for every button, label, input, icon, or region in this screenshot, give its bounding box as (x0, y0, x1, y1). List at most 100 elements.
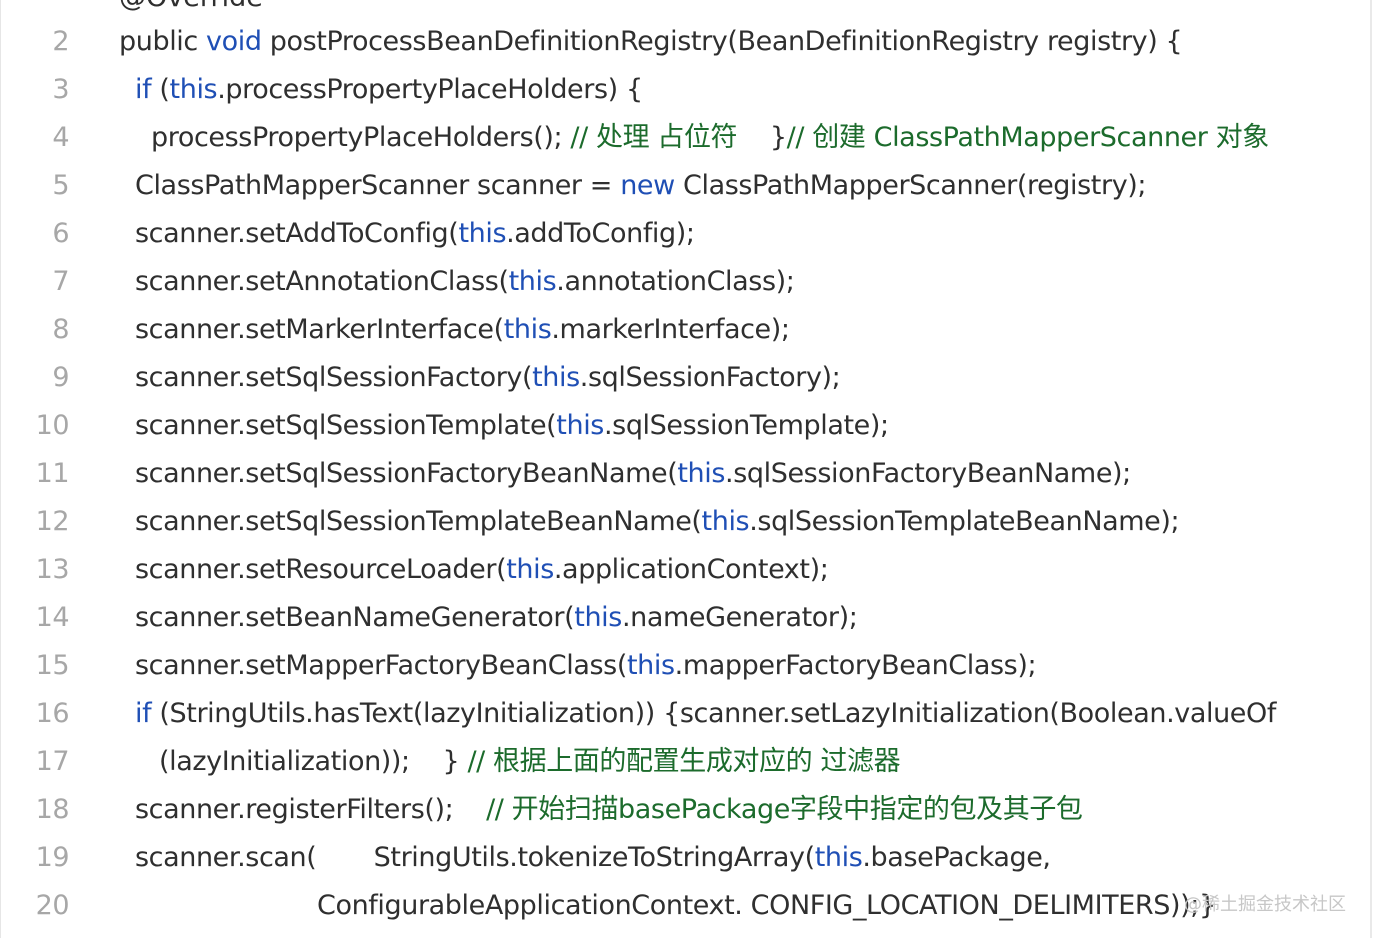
code-keyword: this (574, 602, 622, 633)
code-segment: scanner.setSqlSessionFactoryBeanName( (135, 458, 678, 489)
line-number: 5 (52, 170, 69, 201)
code-line: 13 scanner.setResourceLoader(this.applica… (1, 546, 1373, 594)
code-segment: ClassPathMapperScanner(registry); (674, 170, 1147, 201)
code-segment: scanner.setSqlSessionTemplate( (135, 410, 557, 441)
code-keyword: this (701, 506, 750, 537)
code-line: 4 processPropertyPlaceHolders(); // 处理 占位… (1, 114, 1373, 162)
code-segment: scanner.setMapperFactoryBeanClass( (135, 650, 627, 681)
code-keyword: this (626, 650, 675, 681)
code-text: if (StringUtils.hasText(lazyInitializati… (135, 690, 1276, 738)
code-text: scanner.setMarkerInterface(this.markerIn… (135, 306, 790, 354)
line-number: 16 (35, 698, 70, 729)
code-keyword: void (206, 26, 262, 57)
code-line: 14 scanner.setBeanNameGenerator(this.name… (1, 594, 1373, 642)
line-number: 3 (52, 74, 69, 105)
code-keyword: if (135, 74, 152, 105)
code-segment: .nameGenerator); (621, 602, 858, 633)
code-segment: } (737, 122, 787, 153)
code-text: scanner.setAddToConfig(this.addToConfig)… (135, 210, 695, 258)
code-segment: scanner.scan( StringUtils.tokenizeToStri… (135, 842, 815, 873)
code-text: scanner.setBeanNameGenerator(this.nameGe… (135, 594, 858, 642)
code-line: 18 scanner.registerFilters(); // 开始扫描base… (1, 786, 1373, 834)
code-line: 3 if (this.processPropertyPlaceHolders) { (1, 66, 1373, 114)
code-segment: ClassPathMapperScanner scanner = (135, 170, 621, 201)
code-keyword: this (458, 218, 507, 249)
code-keyword: this (503, 314, 552, 345)
code-comment: // 开始扫描basePackage字段中指定的包及其子包 (486, 794, 1083, 825)
code-text: ConfigurableApplicationContext. CONFIG_L… (317, 882, 1216, 930)
code-line: 17 (lazyInitialization)); } // 根据上面的配置生成对… (1, 738, 1373, 786)
line-number: 15 (35, 650, 70, 681)
code-line: 19 scanner.scan( StringUtils.tokenizeToSt… (1, 834, 1373, 882)
code-text: ClassPathMapperScanner scanner = new Cla… (135, 162, 1147, 210)
code-text: scanner.setSqlSessionFactory(this.sqlSes… (135, 354, 841, 402)
code-keyword: this (677, 458, 726, 489)
code-text: if (this.processPropertyPlaceHolders) { (135, 66, 643, 114)
line-number: 2 (52, 26, 69, 57)
line-number: 10 (35, 410, 70, 441)
code-segment: scanner.setSqlSessionTemplateBeanName( (135, 506, 702, 537)
code-line: 20 ConfigurableApplicationContext. CONFIG… (1, 882, 1373, 930)
code-text: scanner.registerFilters(); // 开始扫描basePa… (135, 786, 1083, 834)
code-segment: .sqlSessionTemplateBeanName); (749, 506, 1180, 537)
line-number: 13 (35, 554, 70, 585)
code-segment: (lazyInitialization)); } (159, 746, 468, 777)
code-keyword: this (814, 842, 863, 873)
code-text: scanner.setAnnotationClass(this.annotati… (135, 258, 795, 306)
code-comment: // 创建 ClassPathMapperScanner 对象 (786, 122, 1270, 153)
code-line: 5 ClassPathMapperScanner scanner = new Cl… (1, 162, 1373, 210)
code-text: scanner.setSqlSessionTemplate(this.sqlSe… (135, 402, 889, 450)
code-segment: ( (151, 74, 170, 105)
line-number: 11 (35, 458, 70, 489)
code-line: 11 scanner.setSqlSessionFactoryBeanName(t… (1, 450, 1373, 498)
code-segment: public (119, 26, 207, 57)
code-keyword: this (532, 362, 580, 393)
code-segment: .sqlSessionTemplate); (603, 410, 889, 441)
code-segment: .basePackage, (862, 842, 1051, 873)
code-segment: .markerInterface); (551, 314, 790, 345)
line-number: 12 (35, 506, 70, 537)
code-keyword: this (169, 74, 218, 105)
code-comment: // 处理 占位符 (570, 122, 738, 153)
code-keyword: this (508, 266, 557, 297)
watermark: @稀土掘金技术社区 (1184, 894, 1346, 915)
code-segment: .annotationClass); (556, 266, 795, 297)
code-text: (lazyInitialization)); } // 根据上面的配置生成对应的… (159, 738, 901, 786)
line-number: 14 (35, 602, 70, 633)
code-text: scanner.setResourceLoader(this.applicati… (135, 546, 829, 594)
code-segment: ConfigurableApplicationContext. CONFIG_L… (317, 890, 1216, 921)
code-segment: scanner.setMarkerInterface( (135, 314, 504, 345)
code-segment: .addToConfig); (506, 218, 695, 249)
code-segment: scanner.setResourceLoader( (135, 554, 507, 585)
code-line: 15 scanner.setMapperFactoryBeanClass(this… (1, 642, 1373, 690)
code-segment: scanner.registerFilters(); (135, 794, 487, 825)
code-keyword: this (506, 554, 554, 585)
code-segment: .mapperFactoryBeanClass); (674, 650, 1037, 681)
code-segment: scanner.setAddToConfig( (135, 218, 459, 249)
line-number: 19 (35, 842, 70, 873)
line-number: 17 (35, 746, 70, 777)
code-panel: @Override 2public void postProcessBeanDe… (0, 0, 1372, 938)
code-segment: processPropertyPlaceHolders(); (151, 122, 571, 153)
line-number: 20 (35, 890, 70, 921)
code-line: 9 scanner.setSqlSessionFactory(this.sqlSe… (1, 354, 1373, 402)
code-text: scanner.setMapperFactoryBeanClass(this.m… (135, 642, 1037, 690)
code-segment: scanner.setBeanNameGenerator( (135, 602, 575, 633)
line-number: 18 (35, 794, 70, 825)
code-line: 8 scanner.setMarkerInterface(this.markerI… (1, 306, 1373, 354)
code-line: 10 scanner.setSqlSessionTemplate(this.sql… (1, 402, 1373, 450)
code-text: processPropertyPlaceHolders(); // 处理 占位符… (151, 114, 1269, 162)
code-segment: .sqlSessionFactoryBeanName); (725, 458, 1131, 489)
line-number: 8 (52, 314, 69, 345)
code-keyword: this (556, 410, 604, 441)
code-line: 6 scanner.setAddToConfig(this.addToConfig… (1, 210, 1373, 258)
code-keyword: if (135, 698, 152, 729)
line-number: 6 (52, 218, 69, 249)
code-segment: scanner.setSqlSessionFactory( (135, 362, 533, 393)
line-number: 4 (52, 122, 69, 153)
code-segment: .processPropertyPlaceHolders) { (217, 74, 643, 105)
code-line: 2 public void postProcessBeanDefinitionRe… (1, 18, 1373, 66)
code-text: scanner.scan( StringUtils.tokenizeToStri… (135, 834, 1051, 882)
code-segment: .applicationContext); (553, 554, 829, 585)
code-segment: scanner.setAnnotationClass( (135, 266, 509, 297)
